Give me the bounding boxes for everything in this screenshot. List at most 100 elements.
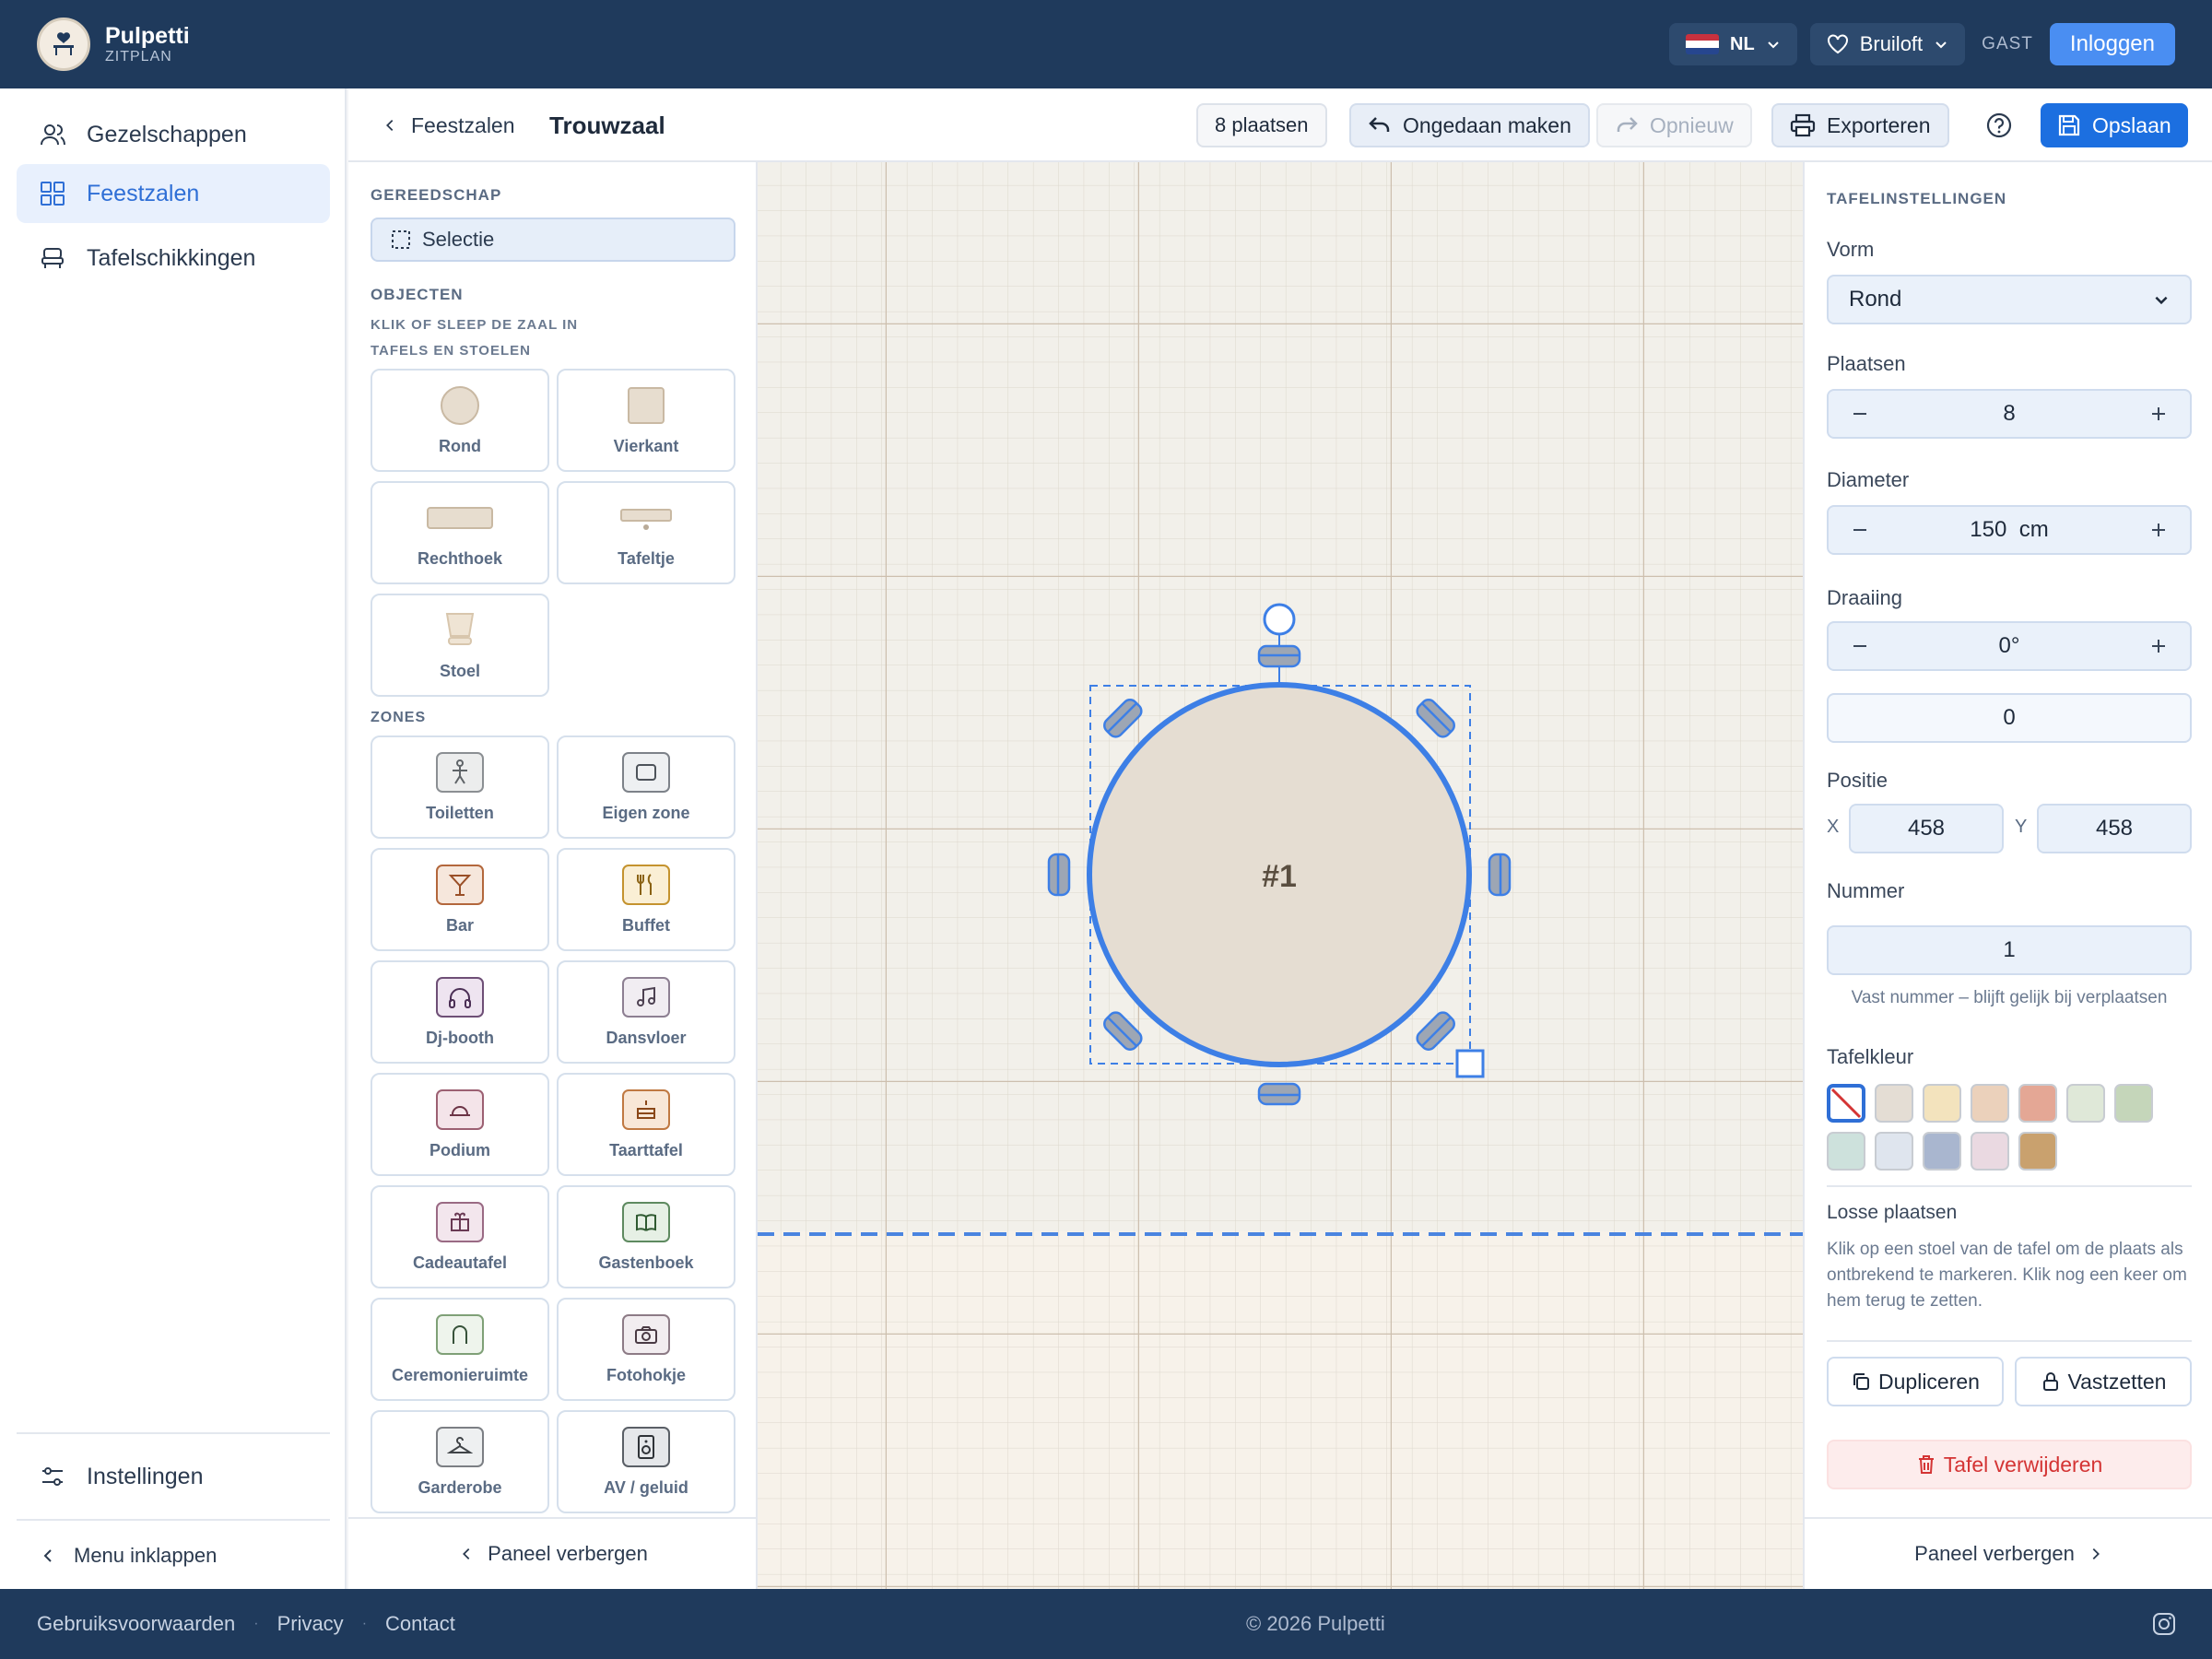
separator-dot: · bbox=[361, 1616, 368, 1631]
zone-dance-floor[interactable]: Dansvloer bbox=[557, 960, 735, 1064]
plus-icon[interactable] bbox=[2149, 521, 2168, 539]
tool-small-table[interactable]: Tafeltje bbox=[557, 481, 735, 584]
zone-toilets[interactable]: Toiletten bbox=[371, 735, 549, 839]
diameter-label: Diameter bbox=[1827, 468, 1910, 491]
zone-guestbook[interactable]: Gastenboek bbox=[557, 1185, 735, 1288]
color-swatch[interactable] bbox=[1875, 1132, 1913, 1171]
color-swatch[interactable] bbox=[1827, 1132, 1865, 1171]
zone-stage[interactable]: Podium bbox=[371, 1073, 549, 1176]
shape-select[interactable]: Rond bbox=[1827, 275, 2192, 324]
privacy-link[interactable]: Privacy bbox=[277, 1612, 344, 1636]
color-swatch[interactable] bbox=[1971, 1132, 2009, 1171]
color-swatch[interactable] bbox=[1875, 1084, 1913, 1123]
seat-icon bbox=[41, 248, 64, 268]
zone-gift-table[interactable]: Cadeautafel bbox=[371, 1185, 549, 1288]
color-swatch[interactable] bbox=[2114, 1084, 2153, 1123]
undo-button[interactable]: Ongedaan maken bbox=[1349, 103, 1590, 147]
podium-icon bbox=[436, 1088, 484, 1130]
color-swatch[interactable] bbox=[2018, 1132, 2057, 1171]
save-button[interactable]: Opslaan bbox=[2041, 103, 2188, 147]
settings-link[interactable]: Instellingen bbox=[17, 1447, 330, 1506]
sidebar-item-feestzalen[interactable]: Feestzalen bbox=[17, 164, 330, 223]
music-note-icon bbox=[622, 976, 670, 1018]
color-swatch-none[interactable] bbox=[1827, 1084, 1865, 1123]
lock-button[interactable]: Vastzetten bbox=[2015, 1357, 2192, 1406]
redo-button[interactable]: Opnieuw bbox=[1596, 103, 1752, 147]
minus-icon[interactable] bbox=[1851, 521, 1869, 539]
contact-link[interactable]: Contact bbox=[385, 1612, 455, 1636]
color-swatch[interactable] bbox=[1923, 1132, 1961, 1171]
position-y-input[interactable]: 458 bbox=[2037, 804, 2192, 853]
pulpetti-logo[interactable] bbox=[37, 18, 90, 71]
zone-buffet[interactable]: Buffet bbox=[557, 848, 735, 951]
table-color-label: Tafelkleur bbox=[1827, 1045, 1914, 1068]
small-table-icon bbox=[620, 508, 672, 530]
zone-cake-table[interactable]: Taarttafel bbox=[557, 1073, 735, 1176]
tile-label: Ceremonieruimte bbox=[391, 1365, 529, 1384]
tool-round-table[interactable]: Rond bbox=[371, 369, 549, 472]
chair-top[interactable] bbox=[1257, 644, 1301, 668]
tile-label: Toiletten bbox=[426, 803, 494, 822]
tile-label: Taarttafel bbox=[609, 1140, 683, 1159]
zone-ceremony[interactable]: Ceremonieruimte bbox=[371, 1298, 549, 1401]
top-bar: Pulpetti ZITPLAN NL Bruiloft GAST Inlogg… bbox=[0, 0, 2212, 88]
diameter-value[interactable]: 150 bbox=[1970, 517, 2006, 542]
selection-icon bbox=[392, 230, 410, 249]
table-number-input[interactable]: 1 bbox=[1827, 925, 2192, 975]
event-type-select[interactable]: Bruiloft bbox=[1809, 23, 1966, 65]
minus-icon[interactable] bbox=[1851, 637, 1869, 655]
instagram-icon[interactable] bbox=[2151, 1611, 2177, 1637]
rotation-input[interactable]: 0 bbox=[1827, 693, 2192, 743]
position-x-input[interactable]: 458 bbox=[1849, 804, 2004, 853]
zone-custom[interactable]: Eigen zone bbox=[557, 735, 735, 839]
minus-icon[interactable] bbox=[1851, 405, 1869, 423]
collapse-menu-button[interactable]: Menu inklappen bbox=[17, 1526, 330, 1585]
tool-square-table[interactable]: Vierkant bbox=[557, 369, 735, 472]
export-button[interactable]: Exporteren bbox=[1771, 103, 1949, 147]
language-select[interactable]: NL bbox=[1669, 23, 1797, 65]
chair-bottom[interactable] bbox=[1257, 1082, 1301, 1106]
tool-rectangle-table[interactable]: Rechthoek bbox=[371, 481, 549, 584]
tile-label: Tafeltje bbox=[618, 548, 675, 568]
zone-photo-booth[interactable]: Fotohokje bbox=[557, 1298, 735, 1401]
room-title: Trouwzaal bbox=[549, 111, 665, 139]
resize-handle[interactable] bbox=[1455, 1049, 1485, 1078]
sidebar-item-gezelschappen[interactable]: Gezelschappen bbox=[17, 105, 330, 164]
selection-label: Selectie bbox=[422, 228, 495, 251]
tool-chair[interactable]: Stoel bbox=[371, 594, 549, 697]
redo-label: Opnieuw bbox=[1650, 112, 1734, 137]
color-swatch[interactable] bbox=[2018, 1084, 2057, 1123]
floor-plan-canvas[interactable]: #1 bbox=[758, 162, 1803, 1589]
save-label: Opslaan bbox=[2092, 112, 2171, 137]
plus-icon[interactable] bbox=[2149, 405, 2168, 423]
zone-av-sound[interactable]: AV / geluid bbox=[557, 1410, 735, 1513]
sidebar-item-tafelschikkingen[interactable]: Tafelschikkingen bbox=[17, 229, 330, 288]
plus-icon[interactable] bbox=[2149, 637, 2168, 655]
back-to-rooms-link[interactable]: Feestzalen bbox=[382, 103, 515, 147]
chair-right[interactable] bbox=[1488, 853, 1512, 897]
terms-link[interactable]: Gebruiksvoorwaarden bbox=[37, 1612, 235, 1636]
delete-table-button[interactable]: Tafel verwijderen bbox=[1827, 1440, 2192, 1489]
hide-panel-label: Paneel verbergen bbox=[488, 1542, 648, 1565]
shape-label: Vorm bbox=[1827, 238, 1875, 261]
color-swatch[interactable] bbox=[1971, 1084, 2009, 1123]
hide-tools-panel-button[interactable]: Paneel verbergen bbox=[348, 1517, 758, 1589]
duplicate-button[interactable]: Dupliceren bbox=[1827, 1357, 2004, 1406]
rotate-handle[interactable] bbox=[1263, 603, 1296, 636]
footer: Gebruiksvoorwaarden · Privacy · Contact … bbox=[0, 1589, 2212, 1659]
zone-cloakroom[interactable]: Garderobe bbox=[371, 1410, 549, 1513]
login-button[interactable]: Inloggen bbox=[2049, 23, 2175, 65]
zone-bar[interactable]: Bar bbox=[371, 848, 549, 951]
color-swatch[interactable] bbox=[2066, 1084, 2105, 1123]
zone-dj-booth[interactable]: Dj-booth bbox=[371, 960, 549, 1064]
chair-left[interactable] bbox=[1047, 853, 1071, 897]
separator-dot: · bbox=[253, 1616, 259, 1631]
camera-icon bbox=[622, 1313, 670, 1355]
tile-label: Rechthoek bbox=[417, 548, 503, 568]
help-button[interactable] bbox=[1976, 103, 2022, 147]
guest-label: GAST bbox=[1982, 34, 2033, 53]
seats-value[interactable]: 8 bbox=[2003, 401, 2015, 427]
color-swatch[interactable] bbox=[1923, 1084, 1961, 1123]
selection-tool[interactable]: Selectie bbox=[371, 218, 735, 262]
hide-settings-panel-button[interactable]: Paneel verbergen bbox=[1805, 1517, 2212, 1589]
